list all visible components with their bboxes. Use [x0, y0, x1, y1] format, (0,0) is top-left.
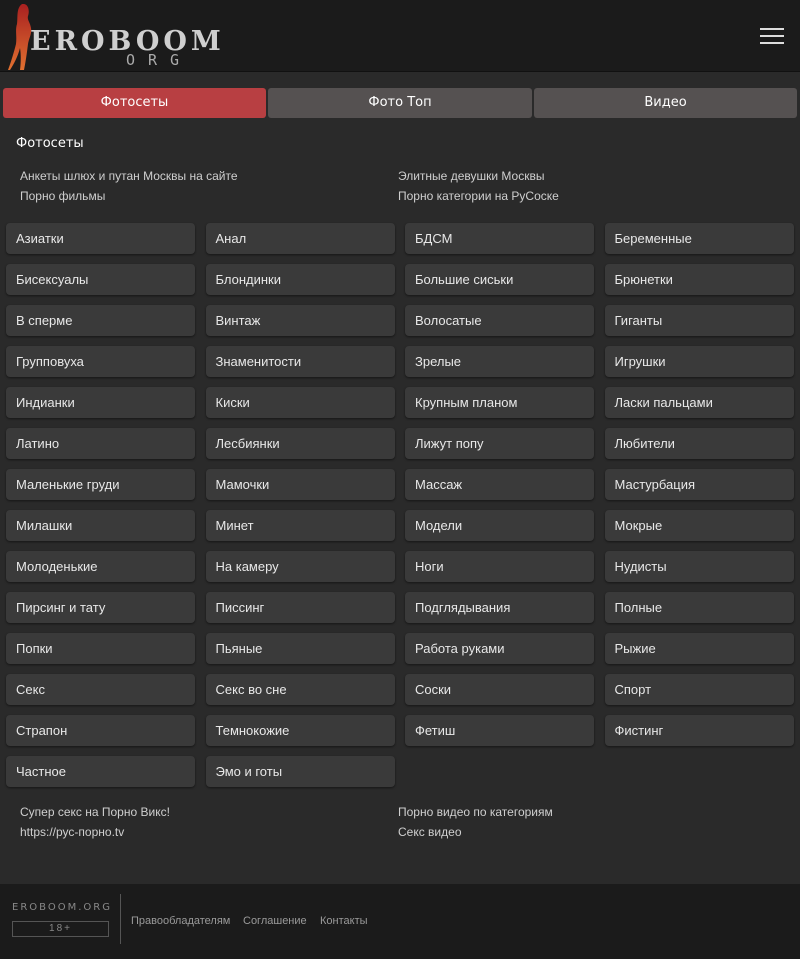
category-button[interactable]: Латино [6, 428, 195, 459]
category-button[interactable]: Ноги [405, 551, 594, 582]
category-button[interactable]: Частное [6, 756, 195, 787]
category-button[interactable]: Гиганты [604, 305, 794, 336]
category-button[interactable]: Модели [405, 510, 594, 541]
category-button[interactable]: Нудисты [604, 551, 794, 582]
category-button[interactable]: Винтаж [205, 305, 395, 336]
tab-photo-top[interactable]: Фото Топ [268, 88, 532, 118]
bottom-link[interactable]: Порно видео по категориям [398, 805, 553, 819]
tab-photosets[interactable]: Фотосеты [3, 88, 266, 118]
category-button[interactable]: Писсинг [205, 592, 395, 623]
category-button[interactable]: Игрушки [604, 346, 794, 377]
category-button[interactable]: Маленькие груди [6, 469, 195, 500]
category-button[interactable]: БДСМ [405, 223, 594, 254]
category-button[interactable]: Индианки [6, 387, 195, 418]
category-button[interactable]: Эмо и готы [205, 756, 395, 787]
category-button[interactable]: Молоденькие [6, 551, 195, 582]
footer-link-contacts[interactable]: Контакты [320, 915, 368, 927]
category-button[interactable]: Любители [604, 428, 794, 459]
footer-brand[interactable]: EROBOOM.ORG [12, 902, 112, 913]
category-button[interactable]: Массаж [405, 469, 594, 500]
category-button[interactable]: Страпон [6, 715, 195, 746]
category-button[interactable]: Темнокожие [205, 715, 395, 746]
site-footer: EROBOOM.ORG 18+ Правообладателям Соглаше… [0, 884, 800, 959]
category-button[interactable]: Знаменитости [205, 346, 395, 377]
category-button[interactable]: Анал [205, 223, 395, 254]
footer-link-copyright[interactable]: Правообладателям [131, 915, 230, 927]
category-button[interactable]: Секс [6, 674, 195, 705]
category-button[interactable]: Соски [405, 674, 594, 705]
category-button[interactable]: Беременные [604, 223, 794, 254]
category-button[interactable]: На камеру [205, 551, 395, 582]
top-link[interactable]: Порно категории на РуСоске [398, 189, 559, 203]
site-logo[interactable]: EROBOOM ORG [8, 4, 221, 70]
bottom-link[interactable]: Супер секс на Порно Викс! [20, 805, 170, 819]
category-button[interactable]: Фистинг [604, 715, 794, 746]
category-button[interactable]: Работа руками [405, 633, 594, 664]
bottom-link[interactable]: https://рус-порно.tv [20, 825, 124, 839]
category-button[interactable]: Мастурбация [604, 469, 794, 500]
hamburger-menu-icon[interactable] [760, 26, 784, 46]
category-button[interactable]: Фетиш [405, 715, 594, 746]
section-title: Фотосеты [16, 136, 84, 151]
category-button[interactable]: Попки [6, 633, 195, 664]
category-button[interactable]: Спорт [604, 674, 794, 705]
tab-video[interactable]: Видео [534, 88, 797, 118]
category-button[interactable]: Киски [205, 387, 395, 418]
category-button[interactable]: Рыжие [604, 633, 794, 664]
category-button[interactable]: Большие сиськи [405, 264, 594, 295]
top-link[interactable]: Анкеты шлюх и путан Москвы на сайте [20, 169, 238, 183]
category-button[interactable]: Крупным планом [405, 387, 594, 418]
category-button[interactable]: Брюнетки [604, 264, 794, 295]
category-button[interactable]: Азиатки [6, 223, 195, 254]
category-button[interactable]: Волосатые [405, 305, 594, 336]
logo-sub-text: ORG [126, 51, 193, 69]
category-button[interactable]: Групповуха [6, 346, 195, 377]
category-button[interactable]: Мокрые [604, 510, 794, 541]
top-link[interactable]: Порно фильмы [20, 189, 105, 203]
category-button[interactable]: Мамочки [205, 469, 395, 500]
site-header: EROBOOM ORG [0, 0, 800, 72]
category-button[interactable]: Ласки пальцами [604, 387, 794, 418]
category-button[interactable]: Секс во сне [205, 674, 395, 705]
top-link[interactable]: Элитные девушки Москвы [398, 169, 544, 183]
category-button[interactable]: Зрелые [405, 346, 594, 377]
category-button[interactable]: Подглядывания [405, 592, 594, 623]
category-button[interactable]: Бисексуалы [6, 264, 195, 295]
main-tabs: Фотосеты Фото Топ Видео [3, 88, 797, 118]
bottom-link[interactable]: Секс видео [398, 825, 462, 839]
category-button[interactable]: Пьяные [205, 633, 395, 664]
category-button[interactable]: Блондинки [205, 264, 395, 295]
category-button[interactable]: Пирсинг и тату [6, 592, 195, 623]
category-button[interactable]: Милашки [6, 510, 195, 541]
category-button[interactable]: Лижут попу [405, 428, 594, 459]
footer-divider [120, 894, 121, 944]
category-button[interactable]: Полные [604, 592, 794, 623]
category-button[interactable]: Лесбиянки [205, 428, 395, 459]
footer-link-agreement[interactable]: Соглашение [243, 915, 307, 927]
category-button[interactable]: Минет [205, 510, 395, 541]
category-button[interactable]: В сперме [6, 305, 195, 336]
age-badge: 18+ [12, 921, 109, 937]
